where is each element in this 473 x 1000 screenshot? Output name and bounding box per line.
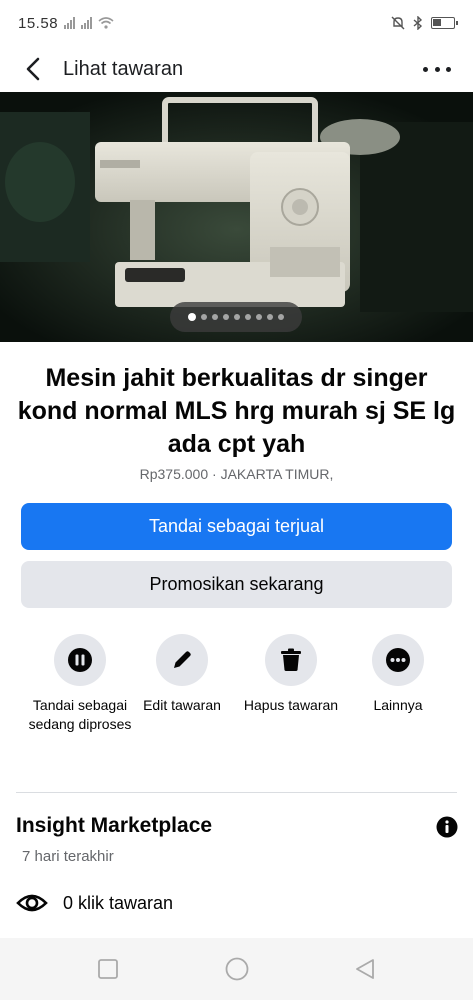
back-nav-icon[interactable] — [354, 958, 376, 980]
carousel-dot — [234, 314, 240, 320]
battery-icon — [431, 17, 458, 29]
chevron-left-icon — [26, 57, 40, 81]
edit-listing-action[interactable]: Edit tawaran — [127, 634, 237, 715]
carousel-dot — [256, 314, 262, 320]
delete-listing-action[interactable]: Hapus tawaran — [236, 634, 346, 715]
status-time: 15.58 — [18, 14, 59, 32]
carousel-dot — [278, 314, 284, 320]
status-right — [391, 16, 458, 30]
more-actions-action[interactable]: Lainnya — [343, 634, 453, 715]
listing-price-location: Rp375.000 · JAKARTA TIMUR, — [139, 466, 334, 482]
action-label: Tandai sebagai sedang diproses — [28, 697, 132, 732]
bluetooth-icon — [413, 16, 423, 30]
action-circle — [372, 634, 424, 686]
carousel-dot — [223, 314, 229, 320]
carousel-dot — [212, 314, 218, 320]
page-title: Lihat tawaran — [63, 57, 184, 80]
mark-as-sold-button[interactable]: Tandai sebagai terjual — [21, 503, 452, 550]
status-left: 15.58 — [18, 15, 114, 32]
system-navigation-bar — [0, 938, 473, 1000]
more-options-button[interactable] — [423, 59, 451, 79]
carousel-dot — [188, 313, 196, 321]
signal-icon — [81, 17, 93, 29]
recent-apps-icon[interactable] — [97, 958, 119, 980]
pause-icon — [68, 648, 92, 672]
trash-icon — [281, 648, 301, 671]
listing-title: Mesin jahit berkualitas dr singer kond n… — [17, 364, 456, 458]
carousel-dot — [245, 314, 251, 320]
listing-clicks-row: 0 klik tawaran — [16, 891, 173, 915]
listing-clicks-count: 0 klik tawaran — [63, 892, 174, 913]
back-button[interactable] — [18, 54, 48, 84]
insights-period: 7 hari terakhir — [22, 848, 114, 865]
more-horizontal-icon — [386, 648, 410, 672]
mark-pending-action[interactable]: Tandai sebagai sedang diproses — [25, 634, 135, 734]
action-label: Hapus tawaran — [243, 697, 339, 713]
action-circle — [54, 634, 106, 686]
more-horizontal-icon — [423, 66, 428, 72]
wifi-icon — [98, 17, 114, 29]
eye-icon — [16, 894, 48, 912]
app-header: Lihat tawaran — [0, 46, 473, 92]
carousel-dot — [201, 314, 207, 320]
signal-icon — [64, 17, 76, 29]
status-bar: 15.58 — [0, 0, 473, 46]
pencil-icon — [174, 651, 191, 668]
action-label: Lainnya — [373, 697, 423, 713]
photo-carousel-indicator[interactable] — [170, 302, 302, 332]
action-circle — [265, 634, 317, 686]
carousel-dot — [267, 314, 273, 320]
more-dot — [446, 66, 451, 72]
action-label: Edit tawaran — [143, 697, 221, 713]
divider — [16, 792, 457, 793]
mute-icon — [391, 16, 405, 30]
info-icon[interactable] — [436, 816, 458, 838]
action-circle — [156, 634, 208, 686]
insights-title: Insight Marketplace — [16, 814, 213, 837]
home-icon[interactable] — [225, 957, 249, 981]
more-dot — [434, 66, 440, 72]
promote-now-button[interactable]: Promosikan sekarang — [21, 561, 452, 608]
